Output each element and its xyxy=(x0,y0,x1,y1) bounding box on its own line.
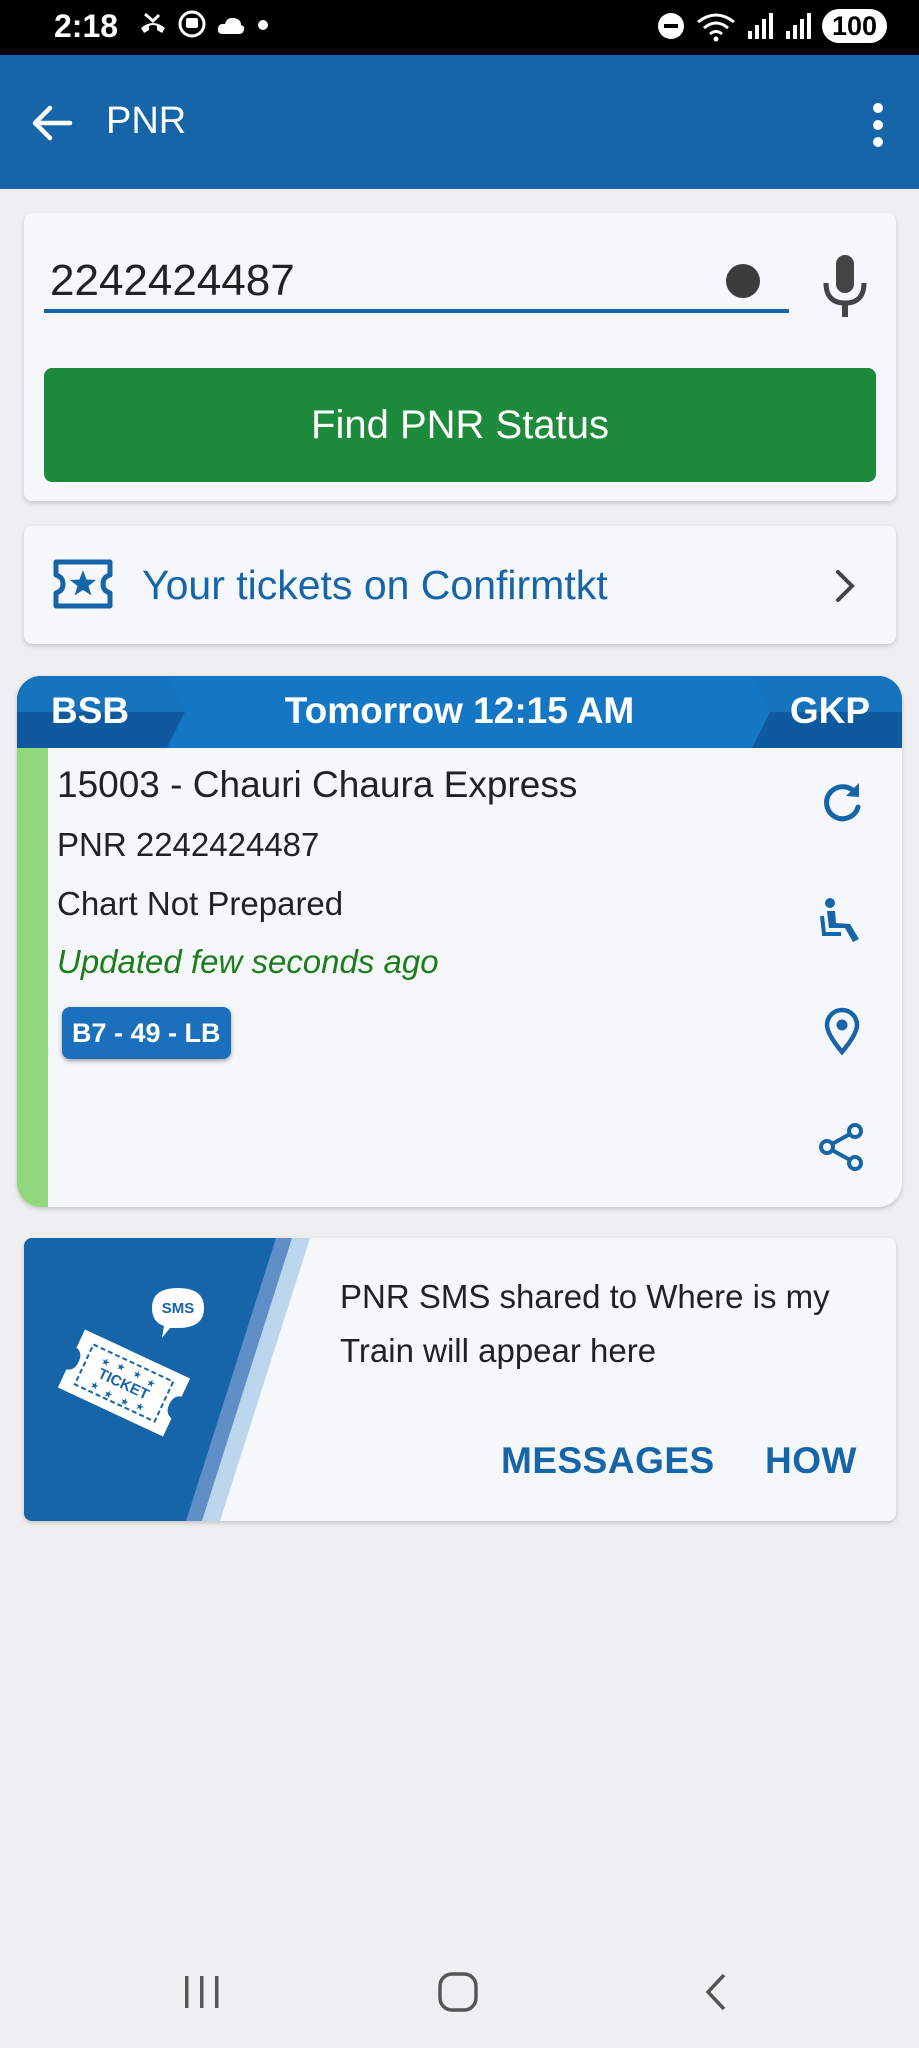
sms-promo-text: PNR SMS shared to Where is my Train will… xyxy=(340,1278,830,1369)
app-bar: PNR xyxy=(0,55,919,189)
sms-promo-card: TICKET ★ ★ ★ ★ ★ ★ ★ ★ SMS PNR SMS share… xyxy=(24,1238,896,1521)
to-station: GKP xyxy=(789,690,870,731)
clear-dot-icon[interactable] xyxy=(726,264,760,298)
dot-icon xyxy=(258,20,268,30)
train-name: 15003 - Chauri Chaura Express xyxy=(57,764,578,805)
wifi-icon xyxy=(697,13,735,42)
chart-status: Chart Not Prepared xyxy=(57,885,344,922)
pnr-status-card[interactable]: BSB Tomorrow 12:15 AM GKP 15003 - Chauri… xyxy=(17,676,902,1207)
pnr-search-card: Find PNR Status xyxy=(24,213,896,501)
cloud-icon xyxy=(217,17,245,34)
status-bar: 2:18 100 xyxy=(0,0,919,55)
status-strip xyxy=(17,748,48,1207)
bus-icon xyxy=(178,10,206,38)
recent-apps-icon[interactable] xyxy=(182,1972,222,2012)
back-icon[interactable] xyxy=(700,1972,730,2012)
sms-ticket-illustration: TICKET ★ ★ ★ ★ ★ ★ ★ ★ SMS xyxy=(24,1238,310,1521)
system-indicators: 100 xyxy=(656,9,887,43)
refresh-icon[interactable] xyxy=(817,777,867,827)
pnr-input[interactable] xyxy=(44,253,789,313)
system-nav-bar xyxy=(0,1932,919,2048)
seat-icon[interactable] xyxy=(817,896,867,946)
your-tickets-label: Your tickets on Confirmtkt xyxy=(142,562,608,608)
find-pnr-status-button[interactable]: Find PNR Status xyxy=(44,368,876,482)
home-icon[interactable] xyxy=(436,1972,480,2012)
chevron-right-icon xyxy=(836,570,855,602)
how-button[interactable]: HOW xyxy=(765,1440,857,1482)
notification-icons xyxy=(138,10,270,40)
status-time: 2:18 xyxy=(54,8,119,44)
battery-indicator: 100 xyxy=(821,9,887,43)
page-title: PNR xyxy=(106,100,187,142)
mic-icon[interactable] xyxy=(820,253,870,319)
pnr-number: PNR 2242424487 xyxy=(57,826,320,863)
signal-icon xyxy=(747,13,773,39)
your-tickets-row[interactable]: Your tickets on Confirmtkt xyxy=(24,526,896,644)
updated-time: Updated few seconds ago xyxy=(57,943,439,980)
seat-badge[interactable]: B7 - 49 - LB xyxy=(62,1007,231,1059)
sms-bubble-text: SMS xyxy=(162,1300,195,1317)
route-header: BSB Tomorrow 12:15 AM GKP xyxy=(17,676,902,748)
more-vert-icon[interactable] xyxy=(871,103,885,147)
dnd-icon xyxy=(657,13,684,39)
ticket-star-icon xyxy=(53,559,113,609)
back-arrow-icon[interactable] xyxy=(30,101,74,145)
messages-button[interactable]: MESSAGES xyxy=(501,1440,715,1482)
share-icon[interactable] xyxy=(817,1122,867,1172)
missed-call-icon xyxy=(141,12,165,33)
location-pin-icon[interactable] xyxy=(817,1006,867,1056)
signal-icon xyxy=(785,13,811,39)
departure-time: Tomorrow 12:15 AM xyxy=(284,690,635,731)
